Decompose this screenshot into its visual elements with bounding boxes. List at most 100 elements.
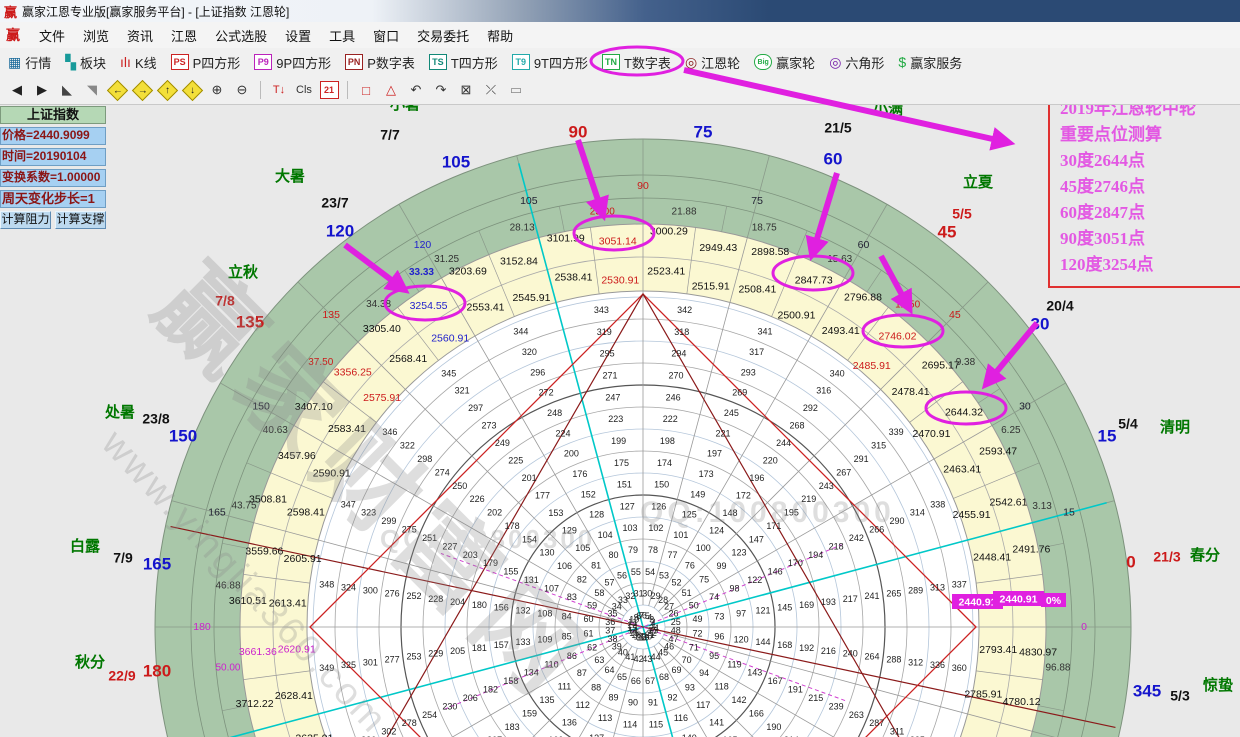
toolbar-item-t-table[interactable]: TNT数字表 [594,51,677,74]
svg-text:318: 318 [674,327,689,337]
pan-down-button[interactable]: ↓ [181,79,203,101]
svg-text:75: 75 [694,122,713,141]
svg-text:104: 104 [598,530,613,540]
svg-text:2793.41: 2793.41 [979,644,1017,656]
svg-text:313: 313 [930,583,945,593]
toolbar-item-p-square[interactable]: PSP四方形 [163,51,247,74]
menu-item-9[interactable]: 帮助 [478,26,522,47]
svg-text:248: 248 [547,408,562,418]
svg-text:302: 302 [381,727,396,737]
toolbar-item-hexagon[interactable]: ◎六角形 [821,51,890,74]
svg-text:341: 341 [758,327,773,337]
pan-left-button[interactable]: ← [106,79,128,101]
svg-text:15: 15 [1098,426,1117,445]
menu-item-6[interactable]: 工具 [320,26,364,47]
nav-first-button[interactable]: ◀ [6,79,28,101]
svg-text:180: 180 [193,621,211,633]
nav-last-button[interactable]: ▶ [31,79,53,101]
svg-text:121: 121 [755,606,770,616]
svg-text:311: 311 [890,727,904,737]
scale-button[interactable]: ⤫ [480,79,502,101]
svg-text:98: 98 [729,583,739,593]
toolbar-item-gann-wheel[interactable]: ◎江恩轮 [677,51,746,74]
pan-right-button[interactable]: → [131,79,153,101]
svg-text:319: 319 [597,327,612,337]
menu-item-4[interactable]: 公式选股 [206,26,276,47]
toolbar-item-p-table[interactable]: PNP数字表 [337,51,421,74]
calc-button-1[interactable]: 计算支撑 [55,211,106,229]
svg-text:3051.14: 3051.14 [599,236,637,248]
svg-text:199: 199 [611,436,626,446]
svg-text:66: 66 [631,676,641,686]
quotes-icon: ▦ [8,55,21,69]
svg-text:2560.91: 2560.91 [431,332,469,344]
svg-text:春分: 春分 [1190,546,1220,564]
svg-text:3661.36: 3661.36 [239,646,277,658]
svg-text:198: 198 [660,436,675,446]
toolbar-item-9p-square[interactable]: P99P四方形 [246,51,337,74]
menu-item-5[interactable]: 设置 [276,26,320,47]
menu-item-2[interactable]: 资讯 [118,26,162,47]
calc-button-0[interactable]: 计算阻力 [0,211,51,229]
svg-text:291: 291 [854,454,869,464]
toolbar-item-kline[interactable]: ılıK线 [112,51,163,74]
svg-text:45: 45 [938,222,957,241]
svg-text:52: 52 [671,578,681,588]
delete-object-button[interactable]: ⊠ [455,79,477,101]
svg-text:93: 93 [685,682,695,692]
svg-text:100: 100 [696,543,711,553]
svg-text:2440.91: 2440.91 [959,596,997,608]
svg-text:2455.91: 2455.91 [953,509,991,521]
menu-item-0[interactable]: 文件 [30,26,74,47]
toolbar-item-quotes[interactable]: ▦行情 [0,51,57,74]
svg-text:3101.99: 3101.99 [547,232,585,244]
menu-item-8[interactable]: 交易委托 [408,26,478,47]
svg-text:170: 170 [788,558,803,568]
rotate-ccw-button[interactable]: ↶ [405,79,427,101]
svg-text:165: 165 [143,554,171,573]
svg-text:2440.91: 2440.91 [1000,593,1038,605]
pan-up-button[interactable]: ↑ [156,79,178,101]
svg-text:342: 342 [677,305,692,315]
toolbar-item-t-square[interactable]: TST四方形 [421,51,504,74]
index-name: 上证指数 [0,106,106,124]
svg-text:3559.66: 3559.66 [245,545,283,557]
zoom-in-button[interactable]: ⊕ [206,79,228,101]
cls-button[interactable]: Cls [293,79,315,101]
draw-triangle-button[interactable]: △ [380,79,402,101]
rotate-cw-button[interactable]: ↷ [430,79,452,101]
svg-text:53: 53 [659,571,669,581]
toolbar-item-sectors[interactable]: ▚板块 [57,51,112,74]
svg-text:277: 277 [385,654,400,664]
svg-text:294: 294 [671,349,686,359]
note-line-5: 90度3051点 [1060,226,1240,252]
calendar-button[interactable]: 21 [318,79,340,101]
t-down-button[interactable]: T↓ [268,79,290,101]
zoom-out-button[interactable]: ⊖ [231,79,253,101]
svg-text:169: 169 [799,600,814,610]
svg-text:230: 230 [442,701,457,711]
toolbar-item-winner-service[interactable]: $赢家服务 [890,51,968,74]
screen-button[interactable]: ▭ [505,79,527,101]
svg-text:122: 122 [747,575,762,585]
toolbar-item-9t-square[interactable]: T99T四方形 [504,51,594,74]
draw-square-button[interactable]: □ [355,79,377,101]
menu-item-7[interactable]: 窗口 [364,26,408,47]
svg-text:2448.41: 2448.41 [973,551,1011,563]
svg-text:180: 180 [143,661,171,680]
svg-text:222: 222 [663,414,678,424]
menu-item-3[interactable]: 江恩 [162,26,206,47]
svg-text:2478.41: 2478.41 [892,386,930,398]
svg-text:270: 270 [669,371,684,381]
toolbar-item-winner-wheel[interactable]: Big赢家轮 [746,51,821,74]
svg-text:2847.73: 2847.73 [795,275,833,287]
svg-text:76: 76 [685,560,695,570]
svg-text:128: 128 [589,510,604,520]
window-title: 赢家江恩专业版[赢家服务平台] - [上证指数 江恩轮] [22,3,289,20]
svg-text:340: 340 [830,368,845,378]
svg-text:20/4: 20/4 [1046,298,1073,314]
menu-item-1[interactable]: 浏览 [74,26,118,47]
nav-back-button[interactable]: ◣ [56,79,78,101]
nav-forward-button[interactable]: ◥ [81,79,103,101]
svg-text:5/5: 5/5 [952,206,972,222]
